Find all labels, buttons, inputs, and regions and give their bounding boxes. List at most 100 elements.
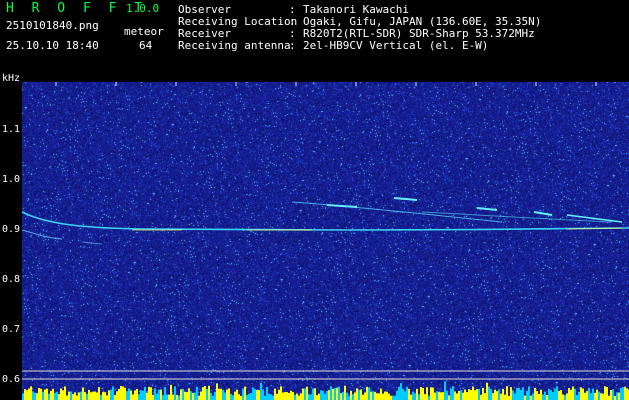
level-bar xyxy=(276,393,278,400)
level-bar xyxy=(438,392,440,400)
level-bar xyxy=(474,390,476,400)
level-bar xyxy=(222,389,224,400)
freq-tick-label: 0.6 xyxy=(2,374,21,385)
level-bar xyxy=(394,395,396,400)
level-bar xyxy=(458,391,460,400)
level-bar xyxy=(592,388,594,400)
level-bar xyxy=(22,393,24,400)
level-bar xyxy=(360,389,362,400)
level-bar xyxy=(202,387,204,400)
level-bar xyxy=(76,395,78,400)
level-bar xyxy=(442,392,444,400)
level-bar xyxy=(106,395,108,400)
level-bar xyxy=(190,391,192,400)
level-bar xyxy=(174,386,176,400)
level-bar xyxy=(260,382,262,400)
level-bar xyxy=(522,387,524,400)
freq-tick-label: 1.0 xyxy=(2,174,21,185)
level-bar xyxy=(156,393,158,400)
level-bar xyxy=(462,392,464,400)
level-bar xyxy=(48,393,50,400)
level-bar xyxy=(334,387,336,400)
level-bar xyxy=(74,392,76,400)
level-bar xyxy=(28,388,30,400)
level-bar xyxy=(182,388,184,400)
level-bar xyxy=(216,383,218,400)
level-bar xyxy=(272,395,274,400)
level-bar xyxy=(542,394,544,400)
level-bar xyxy=(162,395,164,400)
level-bar xyxy=(562,394,564,400)
level-bar xyxy=(586,391,588,400)
level-bar xyxy=(80,391,82,400)
level-bar xyxy=(208,385,210,400)
image-filename: 2510101840.png xyxy=(6,19,99,32)
level-bar xyxy=(584,392,586,400)
level-bar xyxy=(582,388,584,400)
level-bar xyxy=(600,393,602,400)
level-bar xyxy=(56,391,58,400)
level-bar xyxy=(382,393,384,400)
level-bar xyxy=(566,393,568,400)
level-bar xyxy=(544,391,546,400)
level-bar xyxy=(132,394,134,400)
level-bar xyxy=(192,392,194,400)
level-bar xyxy=(62,390,64,400)
level-bar xyxy=(616,392,618,400)
level-bar xyxy=(316,395,318,400)
level-bar xyxy=(308,394,310,400)
level-bar xyxy=(622,387,624,400)
level-bar xyxy=(90,392,92,400)
level-bar xyxy=(176,394,178,400)
signal-traces xyxy=(22,197,629,245)
level-bar xyxy=(248,393,250,400)
level-bar xyxy=(60,388,62,400)
level-bar xyxy=(430,387,432,400)
level-bar xyxy=(398,386,400,400)
level-bar xyxy=(570,389,572,400)
level-bar xyxy=(452,386,454,400)
level-bar xyxy=(428,395,430,400)
level-bar xyxy=(482,387,484,400)
level-bar xyxy=(606,386,608,400)
level-bar xyxy=(524,395,526,400)
level-bar xyxy=(82,387,84,400)
level-bar xyxy=(528,386,530,400)
level-bar xyxy=(324,393,326,400)
level-bar xyxy=(504,394,506,400)
level-bar xyxy=(400,383,402,400)
level-bar xyxy=(404,391,406,400)
freq-tick-label: 0.7 xyxy=(2,324,21,335)
level-bar xyxy=(224,392,226,400)
meteor-label: meteor xyxy=(124,25,164,38)
level-bar xyxy=(466,392,468,400)
level-bar xyxy=(530,395,532,400)
level-bar xyxy=(478,388,480,400)
level-bar xyxy=(486,382,488,400)
level-bar xyxy=(440,392,442,400)
level-bar xyxy=(140,390,142,400)
level-bar xyxy=(492,393,494,400)
level-bar xyxy=(536,391,538,400)
level-bar xyxy=(134,390,136,400)
level-bar xyxy=(158,389,160,400)
level-bar xyxy=(254,389,256,400)
level-bar xyxy=(410,394,412,400)
level-bar xyxy=(214,391,216,400)
level-bar xyxy=(178,395,180,400)
level-bar xyxy=(258,390,260,400)
level-bar xyxy=(348,395,350,400)
level-bar xyxy=(456,393,458,400)
level-bar xyxy=(512,390,514,400)
level-bar xyxy=(556,386,558,400)
level-bar xyxy=(168,394,170,400)
level-bar xyxy=(518,387,520,400)
level-bar xyxy=(292,392,294,400)
level-bar xyxy=(388,393,390,400)
level-bar xyxy=(618,392,620,400)
level-bar xyxy=(148,386,150,400)
carrier-trace xyxy=(22,211,629,231)
level-bar xyxy=(590,393,592,400)
freq-tick-label: 0.9 xyxy=(2,224,21,235)
level-bar xyxy=(94,391,96,400)
